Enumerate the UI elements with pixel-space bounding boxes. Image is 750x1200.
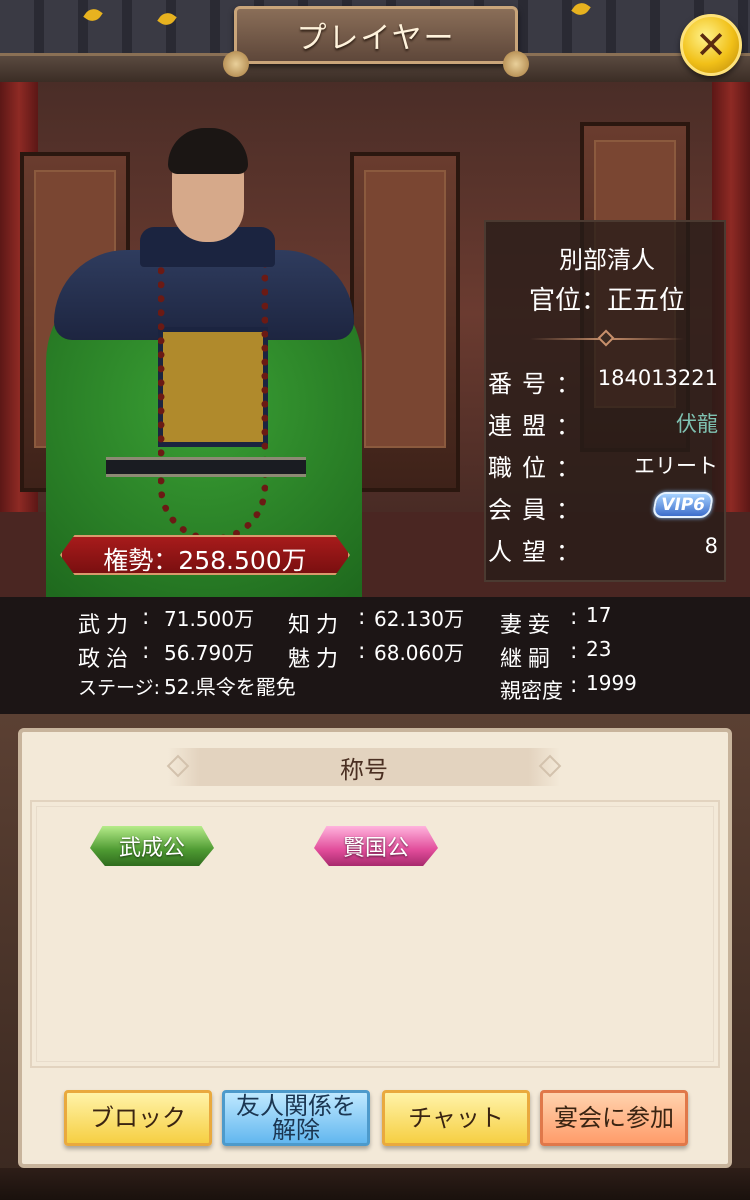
- avatar-hair: [168, 128, 248, 174]
- title-badge[interactable]: 武成公: [90, 826, 214, 866]
- join-banquet-button[interactable]: 宴会に参加: [540, 1090, 688, 1146]
- stat-value-force: 71.500万: [164, 607, 254, 631]
- stat-colon: :: [358, 605, 366, 630]
- vip-badge: VIP6: [651, 492, 715, 518]
- title-plaque: プレイヤー: [223, 6, 529, 77]
- stat-colon: :: [142, 639, 150, 664]
- ginkgo-leaf-decoration: [83, 5, 103, 25]
- stat-value-heirs: 23: [586, 637, 612, 661]
- stat-value-intelligence: 62.130万: [374, 607, 464, 631]
- stat-label-heirs: 継嗣: [500, 647, 557, 672]
- stat-value-politics: 56.790万: [164, 641, 254, 665]
- close-icon: ✕: [695, 23, 727, 67]
- stat-colon: :: [358, 639, 366, 664]
- stat-value-intimacy: 1999: [586, 671, 637, 695]
- block-button[interactable]: ブロック: [64, 1090, 212, 1146]
- titles-header-label: 称号: [340, 755, 388, 784]
- stat-colon: :: [142, 605, 150, 630]
- alliance-value[interactable]: 伏龍: [676, 408, 718, 438]
- player-name: 別部清人: [559, 246, 655, 274]
- ginkgo-leaf-decoration: [571, 0, 591, 19]
- stat-value-charm: 68.060万: [374, 641, 464, 665]
- chat-button[interactable]: チャット: [382, 1090, 530, 1146]
- stat-label-intimacy: 親密度: [500, 679, 563, 703]
- info-label: 番号：: [488, 370, 590, 398]
- info-label: 人望：: [488, 538, 590, 566]
- stat-label-force: 武力: [78, 613, 135, 638]
- stat-label-wives: 妻妾: [500, 613, 557, 638]
- info-label: 職位：: [488, 454, 590, 482]
- player-avatar: [40, 122, 370, 597]
- plaque-ornament: [503, 51, 529, 77]
- power-banner: 権勢：258.500万: [60, 535, 350, 575]
- reputation-value: 8: [704, 534, 718, 558]
- bottom-frame: [0, 1168, 750, 1200]
- info-row-id: 番号： 184013221: [486, 364, 728, 404]
- page-title: プレイヤー: [296, 21, 456, 56]
- unfriend-label-line2: 解除: [272, 1116, 320, 1144]
- stat-colon: :: [570, 605, 578, 630]
- info-row-position: 職位： エリート: [486, 448, 728, 488]
- info-row-alliance: 連盟： 伏龍: [486, 406, 728, 446]
- stat-label-stage: ステージ:: [78, 677, 161, 699]
- stat-colon: :: [570, 639, 578, 664]
- stat-value-wives: 17: [586, 603, 612, 627]
- position-value: エリート: [634, 454, 718, 478]
- stats-panel: 武力 : 71.500万 知力 : 62.130万 妻妾 : 17 政治 : 5…: [0, 597, 750, 715]
- divider-ornament: [597, 329, 615, 347]
- header-ornament: [538, 754, 562, 778]
- unfriend-button[interactable]: 友人関係を 解除: [222, 1090, 370, 1146]
- title-badge[interactable]: 賢国公: [314, 826, 438, 866]
- avatar-court-beads: [158, 242, 268, 542]
- player-rank: 官位：正五位: [528, 286, 685, 316]
- avatar-belt: [106, 457, 306, 477]
- stat-label-intelligence: 知力: [288, 613, 345, 638]
- ginkgo-leaf-decoration: [157, 9, 177, 29]
- stat-value-stage: 52.県令を罷免: [164, 675, 296, 699]
- close-button[interactable]: ✕: [680, 14, 742, 76]
- stat-label-politics: 政治: [78, 647, 135, 672]
- unfriend-label-line1: 友人関係を: [236, 1092, 356, 1120]
- info-label: 連盟：: [488, 412, 590, 440]
- stat-colon: :: [570, 673, 578, 698]
- info-row-reputation: 人望： 8: [486, 532, 728, 572]
- titles-section-header: 称号: [166, 748, 562, 786]
- stat-label-charm: 魅力: [288, 647, 345, 672]
- player-id-value: 184013221: [597, 366, 718, 390]
- player-info-card: 別部清人 官位：正五位 番号： 184013221 連盟： 伏龍 職位： エリー…: [484, 220, 726, 582]
- plaque-ornament: [223, 51, 249, 77]
- header-ornament: [166, 754, 190, 778]
- info-label: 会員：: [488, 496, 590, 524]
- power-value: 権勢：258.500万: [103, 546, 307, 575]
- info-row-membership: 会員： VIP6: [486, 490, 728, 530]
